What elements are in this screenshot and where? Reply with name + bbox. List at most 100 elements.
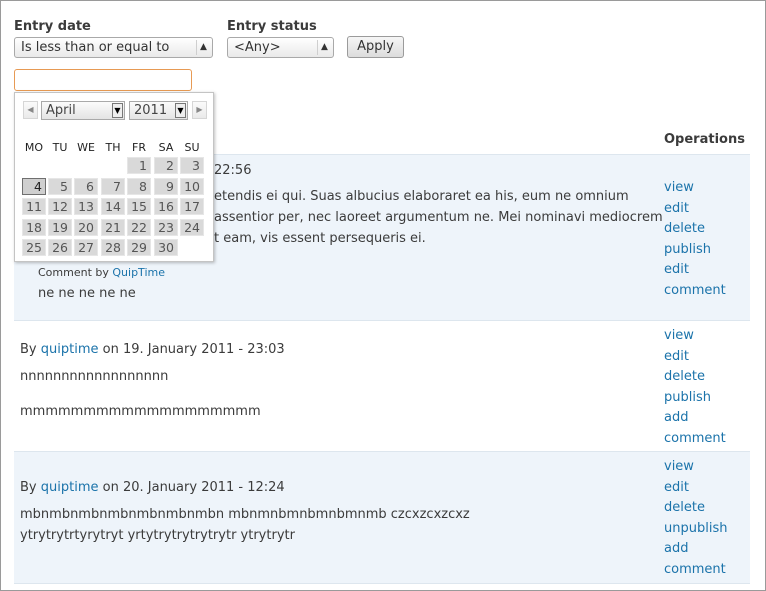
chevron-down-icon: ▼ (175, 103, 186, 118)
comment-byline: Comment by QuipTime (38, 266, 165, 279)
calendar-day[interactable]: 30 (154, 239, 178, 256)
calendar-day[interactable]: 28 (101, 239, 125, 256)
weekday-header: FR (132, 141, 146, 154)
add-comment-link-2[interactable]: comment (664, 429, 726, 450)
entry-status-label: Entry status (227, 19, 317, 34)
calendar-day[interactable]: 27 (74, 239, 98, 256)
apply-button[interactable]: Apply (347, 36, 404, 58)
month-select[interactable]: April ▼ (41, 101, 125, 120)
calendar-day[interactable]: 25 (22, 239, 46, 256)
calendar-day[interactable]: 8 (127, 177, 151, 195)
row-operations: view edit delete publish add comment (664, 326, 726, 449)
row-operations: view edit delete unpublish add comment (664, 457, 727, 580)
weekday-header: TU (52, 141, 68, 154)
weekday-header: SA (158, 141, 174, 154)
publish-link[interactable]: publish (664, 240, 726, 261)
view-link[interactable]: view (664, 178, 726, 199)
edit-link[interactable]: edit (664, 199, 726, 220)
row-body-line: mmmmmmmmmmmmmmmmmmm (20, 404, 261, 419)
chevron-updown-icon: ▲ (317, 40, 331, 55)
delete-link[interactable]: delete (664, 367, 726, 388)
by-label: By (20, 480, 37, 495)
next-month-icon[interactable]: ▶ (192, 101, 207, 119)
operations-header: Operations (664, 132, 745, 147)
weekday-header: MO (24, 141, 44, 154)
calendar-day[interactable]: 22 (127, 218, 151, 236)
calendar-day[interactable]: 5 (48, 177, 72, 195)
month-value: April (46, 103, 76, 118)
row-body-line: t eam, vis essent persequeris ei. (214, 231, 426, 246)
view-link[interactable]: view (664, 326, 726, 347)
calendar-day[interactable]: 6 (74, 177, 98, 195)
table-row: By quiptime on 20. January 2011 - 12:24 … (14, 451, 750, 584)
weekday-header: SU (184, 141, 200, 154)
row-date: on 19. January 2011 - 23:03 (102, 342, 285, 357)
calendar-day[interactable]: 23 (154, 218, 178, 236)
weekday-header: WE (77, 141, 95, 154)
calendar-day[interactable]: 3 (180, 157, 204, 174)
row-byline: By quiptime on 20. January 2011 - 12:24 (20, 480, 285, 495)
row-body-line: mbnmbnmbnmbnmbnmbnmbn mbnmnbmnbmnbmnmb c… (20, 507, 470, 522)
year-value: 2011 (134, 103, 168, 118)
datepicker-popup: ◀ April ▼ 2011 ▼ ▶ MO TU WE TH FR SA SU 1 2 3 4 5 6 7… (14, 92, 214, 262)
calendar-day[interactable]: 12 (48, 198, 72, 215)
by-label: By (20, 342, 37, 357)
delete-link[interactable]: delete (664, 498, 727, 519)
unpublish-link[interactable]: unpublish (664, 519, 727, 540)
calendar-day[interactable]: 19 (48, 218, 72, 236)
entry-date-operator-value: Is less than or equal to (21, 40, 170, 55)
calendar-day-today[interactable]: 4 (22, 177, 46, 195)
view-link[interactable]: view (664, 457, 727, 478)
entry-date-input[interactable] (14, 69, 192, 91)
row-operations: view edit delete publish edit comment (664, 178, 726, 301)
calendar-day[interactable]: 16 (154, 198, 178, 215)
calendar-day[interactable]: 20 (74, 218, 98, 236)
calendar-day[interactable]: 17 (180, 198, 204, 215)
calendar-day[interactable]: 21 (101, 218, 125, 236)
edit-link[interactable]: edit (664, 478, 727, 499)
entry-date-operator-select[interactable]: Is less than or equal to ▲ (14, 37, 213, 58)
comment-by-label: Comment by (38, 266, 109, 279)
calendar-day[interactable]: 18 (22, 218, 46, 236)
add-comment-link[interactable]: add (664, 408, 726, 429)
row-body-line: etendis ei qui. Suas albucius elaboraret… (214, 189, 629, 204)
row-date: on 20. January 2011 - 12:24 (102, 480, 285, 495)
calendar-day[interactable]: 11 (22, 198, 46, 215)
entry-date-label: Entry date (14, 19, 91, 34)
calendar-day[interactable]: 24 (180, 218, 204, 236)
calendar-day[interactable]: 10 (180, 177, 204, 195)
chevron-down-icon: ▼ (112, 103, 123, 118)
edit-comment-link[interactable]: edit (664, 260, 726, 281)
calendar-day[interactable]: 15 (127, 198, 151, 215)
calendar-day[interactable]: 29 (127, 239, 151, 256)
add-comment-link[interactable]: add (664, 539, 727, 560)
comment-author-link[interactable]: QuipTime (112, 266, 165, 279)
edit-link[interactable]: edit (664, 347, 726, 368)
author-link[interactable]: quiptime (41, 480, 99, 495)
entry-status-select[interactable]: <Any> ▲ (227, 37, 334, 58)
calendar-day[interactable]: 9 (154, 177, 178, 195)
calendar-day[interactable]: 7 (101, 177, 125, 195)
delete-link[interactable]: delete (664, 219, 726, 240)
comment-text: ne ne ne ne ne (38, 286, 136, 301)
table-row: By quiptime on 19. January 2011 - 23:03 … (14, 320, 750, 452)
chevron-updown-icon: ▲ (196, 40, 210, 55)
publish-link[interactable]: publish (664, 388, 726, 409)
add-comment-link-2[interactable]: comment (664, 560, 727, 581)
calendar-day[interactable]: 13 (74, 198, 98, 215)
calendar-day[interactable]: 1 (127, 157, 151, 174)
row-byline: By quiptime on 19. January 2011 - 23:03 (20, 342, 285, 357)
calendar-day[interactable]: 2 (154, 157, 178, 174)
weekday-header: TH (105, 141, 121, 154)
calendar-day[interactable]: 14 (101, 198, 125, 215)
calendar-day[interactable]: 26 (48, 239, 72, 256)
year-select[interactable]: 2011 ▼ (129, 101, 188, 120)
author-link[interactable]: quiptime (41, 342, 99, 357)
edit-comment-link-2[interactable]: comment (664, 281, 726, 302)
row-body-line: assentior per, nec laoreet argumentum ne… (214, 210, 663, 225)
row-body-line: nnnnnnnnnnnnnnnnnn (20, 369, 169, 384)
row-time-fragment: 22:56 (214, 163, 252, 178)
prev-month-icon[interactable]: ◀ (23, 101, 38, 119)
entry-status-value: <Any> (234, 40, 281, 55)
row-body-line: ytrytrytrtyrytryt yrtytrytrytrytrytr ytr… (20, 528, 295, 543)
